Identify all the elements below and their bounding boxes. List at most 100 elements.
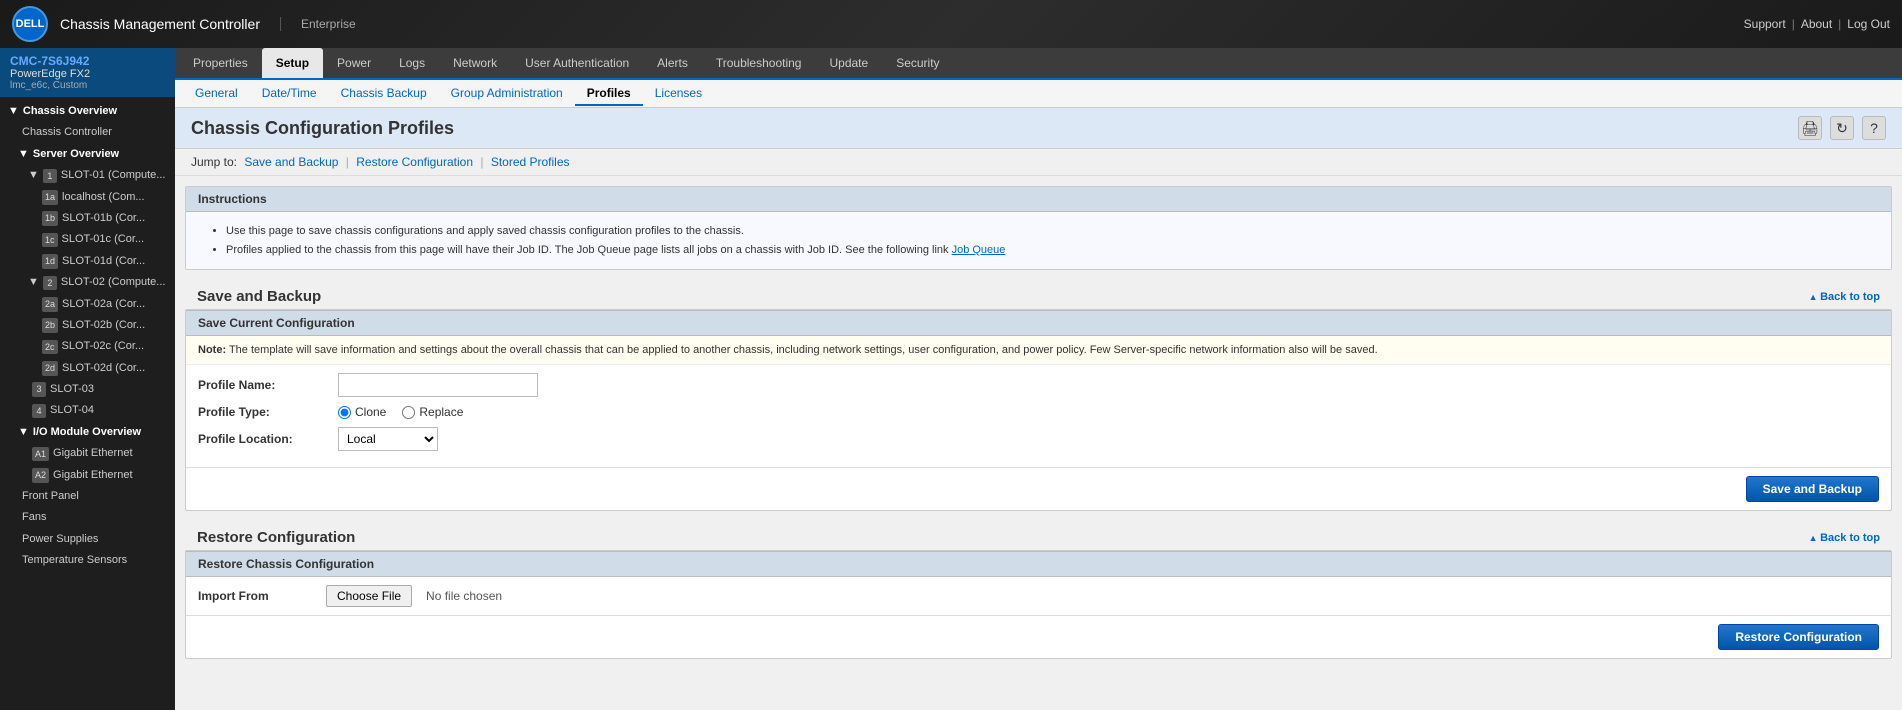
replace-option[interactable]: Replace — [402, 405, 463, 419]
instruction-item-2: Profiles applied to the chassis from thi… — [226, 241, 1871, 260]
profile-name-input[interactable] — [338, 373, 538, 397]
tab-security[interactable]: Security — [882, 48, 953, 78]
sidebar: CMC-7S6J942 PowerEdge FX2 lmc_e6c, Custo… — [0, 48, 175, 710]
profile-name-row: Profile Name: — [198, 373, 1879, 397]
header-links: Support | About | Log Out — [1744, 17, 1890, 31]
tab-setup[interactable]: Setup — [262, 48, 323, 78]
jump-to-bar: Jump to: Save and Backup | Restore Confi… — [175, 149, 1902, 176]
tab-alerts[interactable]: Alerts — [643, 48, 702, 78]
sidebar-item-power-supplies[interactable]: Power Supplies — [0, 529, 175, 550]
device-info: CMC-7S6J942 PowerEdge FX2 lmc_e6c, Custo… — [0, 48, 175, 97]
sidebar-item-slot02[interactable]: ▼ 2 SLOT-02 (Compute... — [0, 272, 175, 293]
print-icon: 🖨 — [1801, 120, 1819, 137]
sidebar-item-server-overview[interactable]: ▼ Server Overview — [0, 144, 175, 165]
sidebar-item-slot04[interactable]: 4 SLOT-04 — [0, 400, 175, 421]
logout-link[interactable]: Log Out — [1847, 17, 1890, 31]
tab-power[interactable]: Power — [323, 48, 385, 78]
about-link[interactable]: About — [1801, 17, 1832, 31]
app-title: Chassis Management Controller — [60, 16, 260, 32]
tab-network[interactable]: Network — [439, 48, 511, 78]
choose-file-button[interactable]: Choose File — [326, 585, 412, 607]
help-button[interactable]: ? — [1862, 116, 1886, 140]
main-tab-bar: Properties Setup Power Logs Network User… — [175, 48, 1902, 80]
sidebar-item-slot1b[interactable]: 1b SLOT-01b (Cor... — [0, 208, 175, 229]
import-from-label: Import From — [198, 589, 318, 603]
sidebar-item-fans[interactable]: Fans — [0, 507, 175, 528]
restore-config-wrapper: Restore Configuration Back to top — [175, 521, 1902, 550]
sidebar-item-slot2c[interactable]: 2c SLOT-02c (Cor... — [0, 336, 175, 357]
save-backup-wrapper: Save and Backup Back to top — [175, 280, 1902, 309]
device-extra: lmc_e6c, Custom — [10, 80, 165, 91]
profile-location-label: Profile Location: — [198, 432, 338, 446]
instructions-body: Use this page to save chassis configurat… — [186, 212, 1891, 269]
clone-radio[interactable] — [338, 406, 351, 419]
sidebar-item-front-panel[interactable]: Front Panel — [0, 486, 175, 507]
save-backup-title-bar: Save and Backup Back to top — [185, 280, 1892, 309]
back-to-top-save[interactable]: Back to top — [1809, 291, 1880, 303]
device-id: CMC-7S6J942 — [10, 54, 165, 68]
save-note: Note: The template will save information… — [186, 336, 1891, 365]
device-model: PowerEdge FX2 — [10, 68, 165, 80]
restore-configuration-button[interactable]: Restore Configuration — [1718, 624, 1879, 650]
sidebar-item-slot2d[interactable]: 2d SLOT-02d (Cor... — [0, 358, 175, 379]
sidebar-item-chassis-overview[interactable]: ▼ Chassis Overview — [0, 101, 175, 122]
tab-troubleshooting[interactable]: Troubleshooting — [702, 48, 816, 78]
sidebar-item-slot1d[interactable]: 1d SLOT-01d (Cor... — [0, 251, 175, 272]
jump-stored-profiles[interactable]: Stored Profiles — [491, 155, 570, 169]
restore-config-section: Restore Chassis Configuration Import Fro… — [185, 550, 1892, 659]
header: DELL Chassis Management Controller Enter… — [0, 0, 1902, 48]
profile-location-row: Profile Location: Local Remote — [198, 427, 1879, 451]
help-icon: ? — [1870, 120, 1878, 136]
tab-logs[interactable]: Logs — [385, 48, 439, 78]
refresh-button[interactable]: ↻ — [1830, 116, 1854, 140]
sidebar-item-chassis-controller[interactable]: Chassis Controller — [0, 122, 175, 143]
sidebar-item-ioA2[interactable]: A2 Gigabit Ethernet — [0, 465, 175, 486]
sidebar-item-slot2b[interactable]: 2b SLOT-02b (Cor... — [0, 315, 175, 336]
tab-properties[interactable]: Properties — [179, 48, 262, 78]
sidebar-item-temperature-sensors[interactable]: Temperature Sensors — [0, 550, 175, 571]
profile-location-select[interactable]: Local Remote — [338, 427, 438, 451]
page-header: Chassis Configuration Profiles 🖨 ↻ ? — [175, 108, 1902, 149]
sub-tab-general[interactable]: General — [183, 82, 250, 106]
save-and-backup-button[interactable]: Save and Backup — [1746, 476, 1879, 502]
print-button[interactable]: 🖨 — [1798, 116, 1822, 140]
sidebar-item-ioA1[interactable]: A1 Gigabit Ethernet — [0, 443, 175, 464]
sub-tab-licenses[interactable]: Licenses — [643, 82, 714, 106]
dell-logo: DELL — [12, 6, 48, 42]
sidebar-tree: ▼ Chassis Overview Chassis Controller ▼ … — [0, 97, 175, 576]
restore-chassis-header: Restore Chassis Configuration — [186, 551, 1891, 577]
sidebar-item-slot1c[interactable]: 1c SLOT-01c (Cor... — [0, 229, 175, 250]
sub-tab-bar: General Date/Time Chassis Backup Group A… — [175, 80, 1902, 108]
profile-type-label: Profile Type: — [198, 405, 338, 419]
page-actions: 🖨 ↻ ? — [1798, 116, 1886, 140]
jump-save-backup[interactable]: Save and Backup — [244, 155, 338, 169]
sidebar-item-slot01[interactable]: ▼ 1 SLOT-01 (Compute... — [0, 165, 175, 186]
sub-tab-chassis-backup[interactable]: Chassis Backup — [329, 82, 439, 106]
clone-option[interactable]: Clone — [338, 405, 386, 419]
save-form: Profile Name: Profile Type: Clone — [186, 365, 1891, 467]
file-name-display: No file chosen — [426, 589, 502, 603]
sidebar-item-slot2a[interactable]: 2a SLOT-02a (Cor... — [0, 294, 175, 315]
back-to-top-restore[interactable]: Back to top — [1809, 532, 1880, 544]
save-backup-section: Save Current Configuration Note: The tem… — [185, 309, 1892, 511]
sub-tab-datetime[interactable]: Date/Time — [250, 82, 329, 106]
job-queue-link[interactable]: Job Queue — [952, 244, 1006, 256]
support-link[interactable]: Support — [1744, 17, 1786, 31]
sub-tab-group-admin[interactable]: Group Administration — [439, 82, 575, 106]
sidebar-item-slot1a[interactable]: 1a localhost (Com... — [0, 187, 175, 208]
profile-type-row: Profile Type: Clone Replace — [198, 405, 1879, 419]
save-action-bar: Save and Backup — [186, 467, 1891, 510]
profile-name-label: Profile Name: — [198, 378, 338, 392]
jump-restore-config[interactable]: Restore Configuration — [356, 155, 473, 169]
import-from-row: Import From Choose File No file chosen — [186, 577, 1891, 615]
main-layout: CMC-7S6J942 PowerEdge FX2 lmc_e6c, Custo… — [0, 48, 1902, 710]
instruction-item-1: Use this page to save chassis configurat… — [226, 222, 1871, 241]
sidebar-item-io-module[interactable]: ▼ I/O Module Overview — [0, 422, 175, 443]
content-area: Properties Setup Power Logs Network User… — [175, 48, 1902, 710]
tab-update[interactable]: Update — [815, 48, 882, 78]
sidebar-item-slot03[interactable]: 3 SLOT-03 — [0, 379, 175, 400]
save-current-header: Save Current Configuration — [186, 310, 1891, 336]
tab-user-auth[interactable]: User Authentication — [511, 48, 643, 78]
sub-tab-profiles[interactable]: Profiles — [575, 82, 643, 106]
replace-radio[interactable] — [402, 406, 415, 419]
